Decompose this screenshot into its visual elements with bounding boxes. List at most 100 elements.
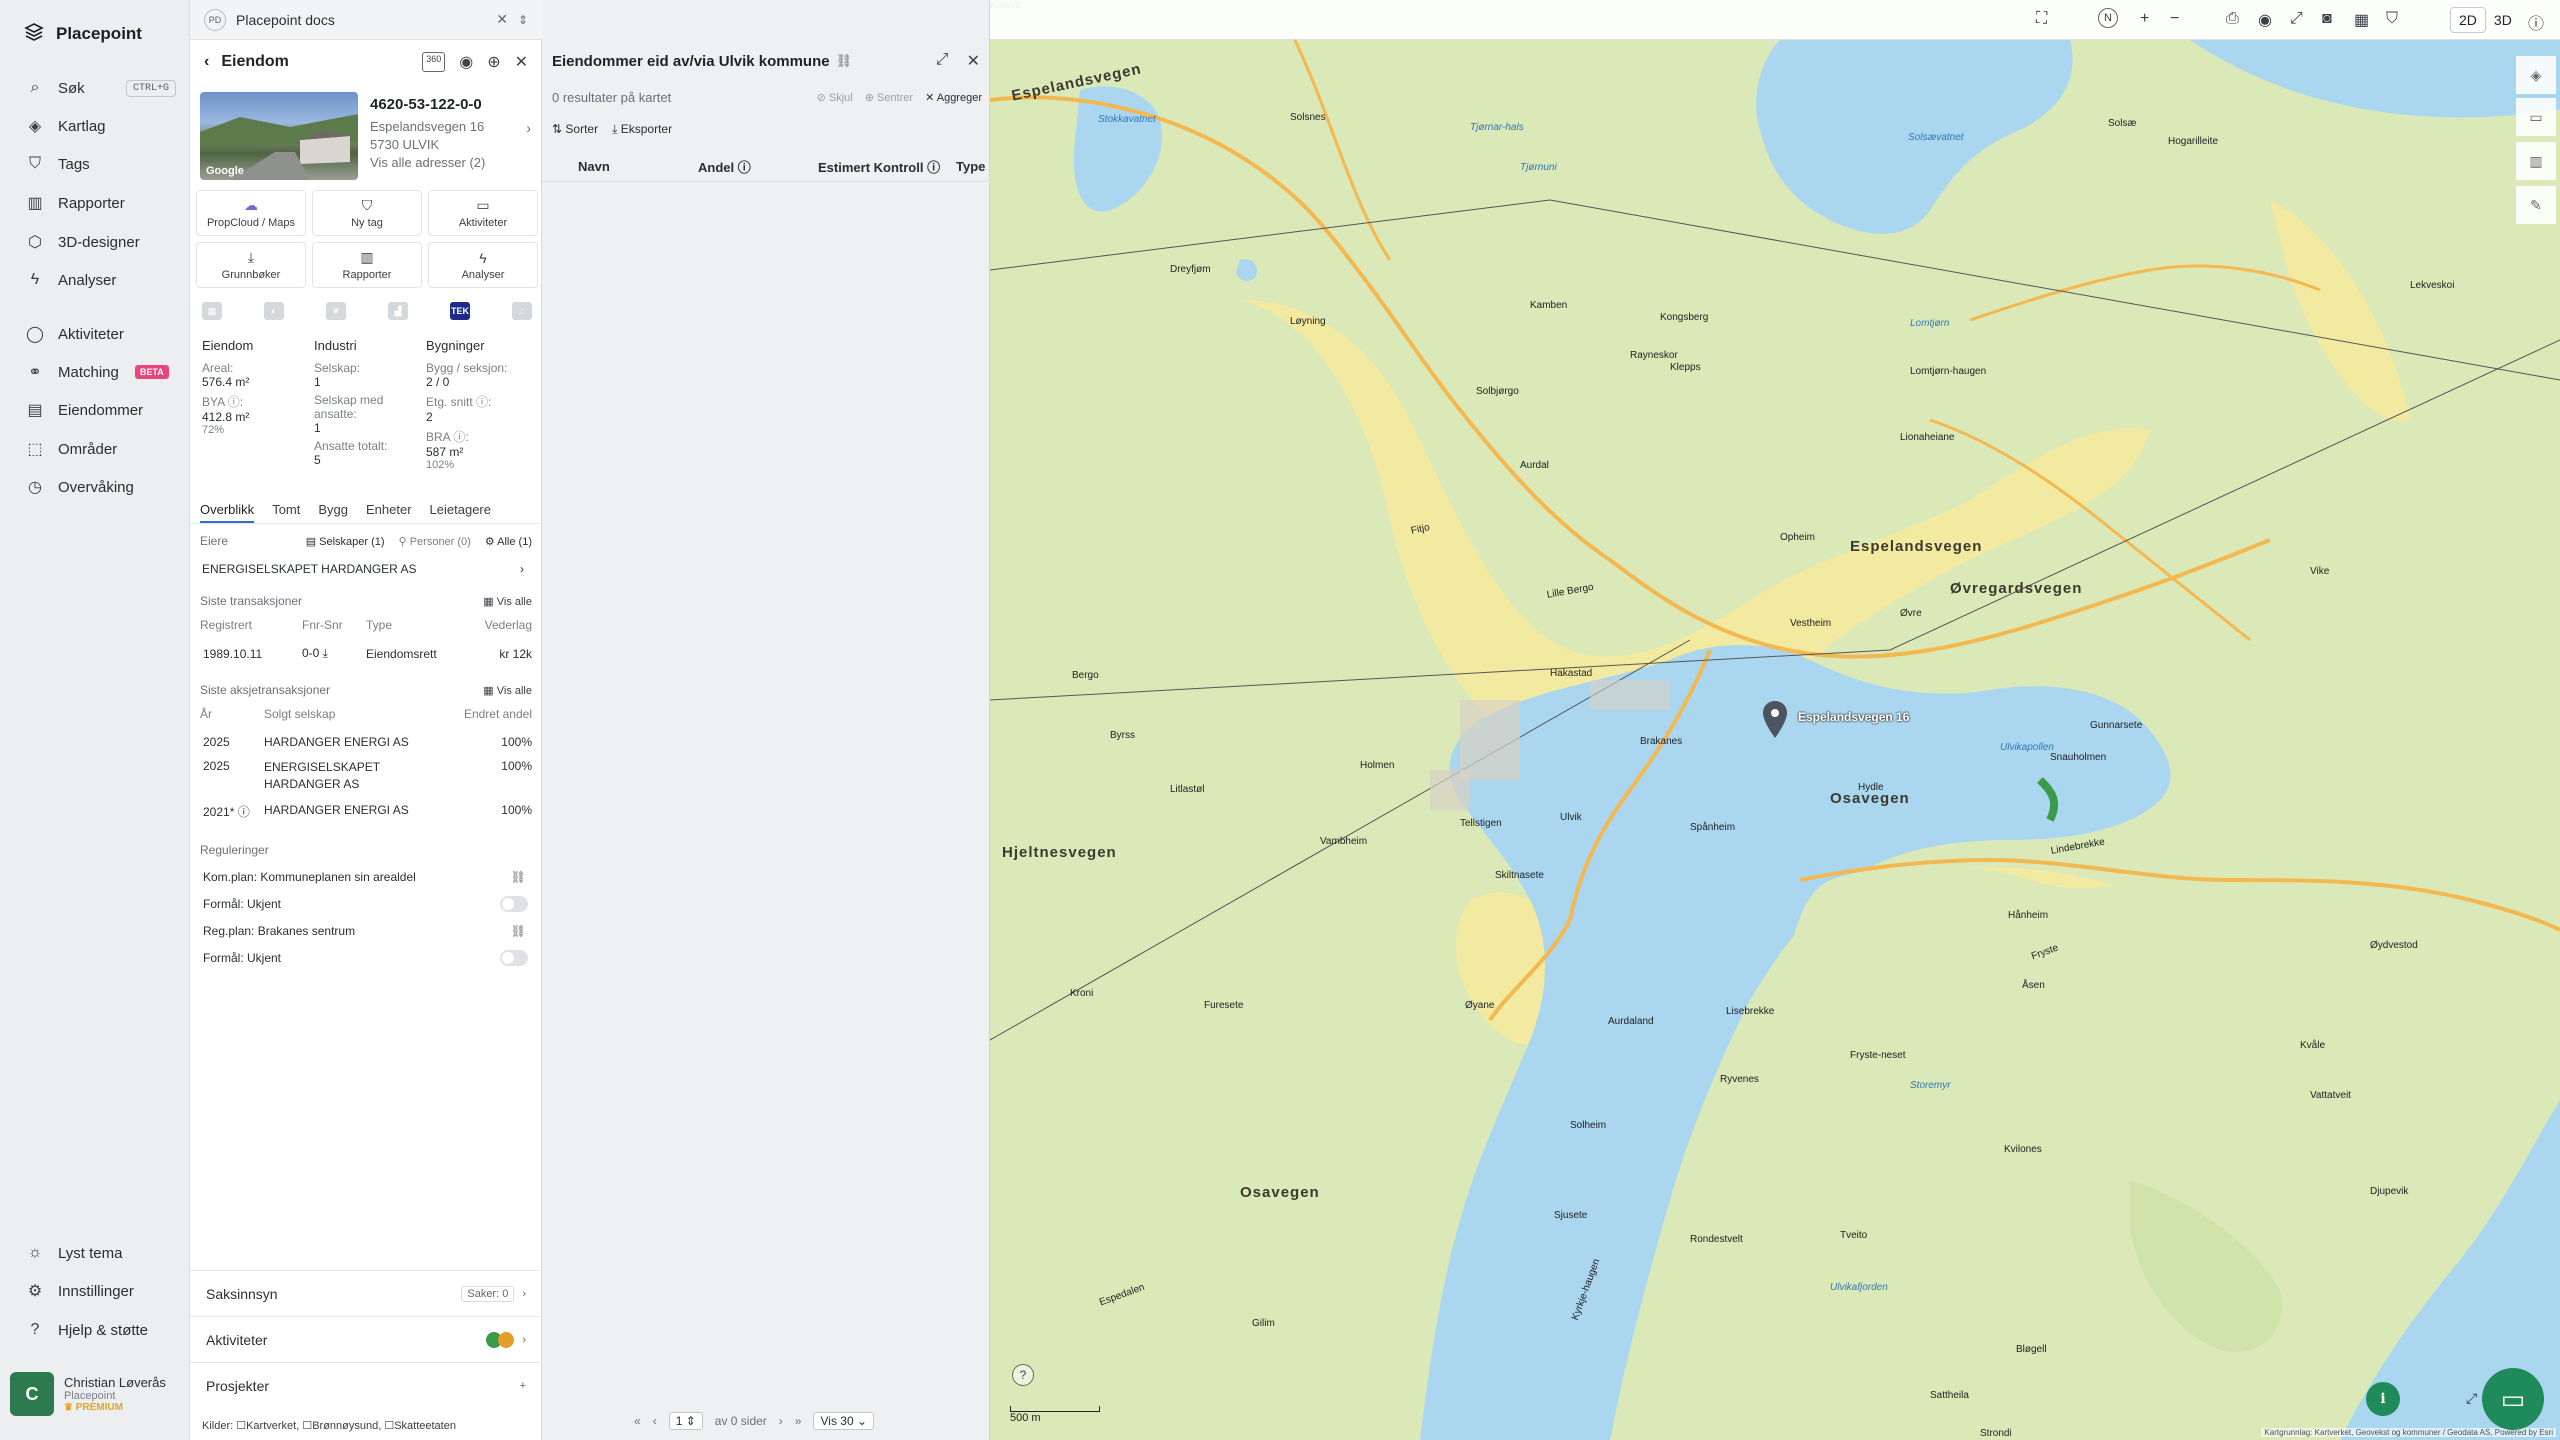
propcloud-button[interactable]: ☁ PropCloud / Maps bbox=[196, 190, 306, 236]
layer-toggle[interactable] bbox=[500, 896, 528, 912]
regulation-row[interactable]: Reg.plan: Brakanes sentrum ⛓ bbox=[200, 923, 532, 939]
chat-button[interactable]: ▭ bbox=[2482, 1368, 2544, 1430]
filter-alle[interactable]: ⚙ Alle (1) bbox=[485, 535, 532, 548]
nav-item-3d-designer[interactable]: ⬡ 3D-designer bbox=[0, 224, 190, 260]
compass-icon[interactable]: N bbox=[2098, 8, 2118, 28]
nav-item-overvaking[interactable]: ◷ Overvåking bbox=[0, 469, 190, 505]
grunnboker-button[interactable]: ⤓ Grunnbøker bbox=[196, 242, 306, 288]
chevron-updown-icon[interactable]: ⇕ bbox=[518, 13, 528, 27]
table-row[interactable]: 2025 ENERGISELSKAPET HARDANGER AS 100% bbox=[200, 759, 532, 793]
link-icon[interactable]: ⛓ bbox=[511, 870, 526, 884]
tab-enheter[interactable]: Enheter bbox=[366, 496, 412, 523]
brand[interactable]: Placepoint bbox=[24, 22, 142, 46]
hide-button[interactable]: ⊘ Skjul bbox=[817, 91, 853, 104]
close-icon[interactable]: ✕ bbox=[496, 11, 508, 28]
close-icon[interactable]: ✕ bbox=[515, 52, 528, 72]
street-view-photo[interactable]: Google bbox=[200, 92, 358, 180]
user-profile[interactable]: C Christian Løverås Placepoint ♛ PREMIUM bbox=[10, 1366, 185, 1422]
show-all-transactions[interactable]: ▦ Vis alle bbox=[483, 595, 532, 608]
map-canvas[interactable]: Espelandsvegen Stokkavatnet Solsnes Tjørnar… bbox=[990, 0, 2560, 1440]
nav-item-lyst-tema[interactable]: ☼ Lyst tema bbox=[0, 1235, 190, 1271]
house-icon[interactable]: ⌂ bbox=[512, 302, 532, 320]
prev-page-icon[interactable]: ‹ bbox=[653, 1414, 657, 1428]
tab-tomt[interactable]: Tomt bbox=[272, 496, 300, 523]
grid-icon[interactable]: ▦ bbox=[2354, 10, 2369, 30]
eye-icon[interactable]: ◉ bbox=[2258, 10, 2272, 30]
globe-icon[interactable]: ◐ bbox=[264, 302, 284, 320]
print-icon[interactable]: ⎙ bbox=[2226, 10, 2239, 28]
info-icon[interactable]: ⓘ bbox=[2528, 10, 2544, 34]
first-page-icon[interactable]: « bbox=[634, 1414, 641, 1428]
chart-control[interactable]: ▥ bbox=[2516, 142, 2556, 180]
nav-item-analyser[interactable]: ϟ Analyser bbox=[0, 262, 190, 298]
camera-layers-icon[interactable]: ⛶ bbox=[2036, 10, 2047, 28]
nav-item-rapporter[interactable]: ▥ Rapporter bbox=[0, 185, 190, 221]
activities-button[interactable]: ▭ Aktiviteter bbox=[428, 190, 538, 236]
chevron-right-icon[interactable]: › bbox=[526, 120, 531, 136]
col-header[interactable]: Navn bbox=[578, 159, 610, 174]
nav-item-omrader[interactable]: ⬚ Områder bbox=[0, 431, 190, 467]
zoom-in-icon[interactable]: + bbox=[2140, 10, 2149, 28]
nav-item-eiendommer[interactable]: ▤ Eiendommer bbox=[0, 392, 190, 428]
add-project-button[interactable]: + bbox=[520, 1380, 526, 1392]
draw-control[interactable]: ✎ bbox=[2516, 186, 2556, 224]
aggregate-button[interactable]: ✕ Aggreger bbox=[925, 91, 982, 104]
prosjekter-section[interactable]: Prosjekter + bbox=[190, 1362, 542, 1408]
mode-3d[interactable]: 3D bbox=[2486, 8, 2520, 32]
close-icon[interactable]: ✕ bbox=[967, 51, 980, 71]
center-button[interactable]: ⊕ Sentrer bbox=[865, 91, 913, 104]
col-header[interactable]: Type bbox=[956, 159, 985, 174]
filter-selskaper[interactable]: ▤ Selskaper (1) bbox=[306, 535, 385, 548]
target-icon[interactable]: ⊕ bbox=[487, 52, 500, 72]
expand-icon[interactable]: ⤢ bbox=[936, 51, 949, 71]
export-button[interactable]: ⤓ Eksporter bbox=[612, 122, 672, 137]
nav-item-matching[interactable]: ⚭ Matching BETA bbox=[0, 354, 190, 390]
last-page-icon[interactable]: » bbox=[795, 1414, 802, 1428]
fullscreen-icon[interactable]: ⤢ bbox=[2290, 10, 2303, 28]
sort-button[interactable]: ⇅ Sorter bbox=[552, 122, 598, 137]
layers-control[interactable]: ◈ bbox=[2516, 56, 2556, 94]
regulation-row[interactable]: Kom.plan: Kommuneplanen sin arealdel ⛓ bbox=[200, 869, 532, 885]
mode-2d[interactable]: 2D bbox=[2450, 7, 2486, 33]
help-icon[interactable]: ? bbox=[1012, 1364, 1034, 1386]
expand-icon[interactable]: ⤢ bbox=[2466, 1390, 2477, 1407]
camera-icon[interactable]: ◙ bbox=[2322, 10, 2332, 28]
layer-toggle[interactable] bbox=[500, 950, 528, 966]
energy-label-icon[interactable]: ▦ bbox=[202, 302, 222, 320]
plant-icon[interactable]: ❦ bbox=[326, 302, 346, 320]
nav-item-innstillinger[interactable]: ⚙ Innstillinger bbox=[0, 1273, 190, 1309]
measure-control[interactable]: ▭ bbox=[2516, 98, 2556, 136]
bar-signal-icon[interactable]: ▟ bbox=[388, 302, 408, 320]
zoom-out-icon[interactable]: − bbox=[2170, 10, 2179, 28]
table-row[interactable]: 1989.10.11 0-0 ⤓ Eiendomsrett kr 12k bbox=[200, 646, 532, 661]
owner-row[interactable]: ENERGISELSKAPET HARDANGER AS › bbox=[200, 560, 532, 578]
nav-item-tags[interactable]: ⛉ Tags bbox=[0, 146, 190, 182]
next-page-icon[interactable]: › bbox=[779, 1414, 783, 1428]
table-row[interactable]: 2025 HARDANGER ENERGI AS 100% bbox=[200, 735, 532, 749]
link-icon[interactable]: ⛓ bbox=[836, 53, 853, 69]
new-tag-button[interactable]: ⛉ Ny tag bbox=[312, 190, 422, 236]
activities-section[interactable]: Aktiviteter › bbox=[190, 1316, 542, 1362]
eye-icon[interactable]: ◉ bbox=[459, 52, 473, 72]
nav-item-kartlag[interactable]: ◈ Kartlag bbox=[0, 108, 190, 144]
view-360-icon[interactable]: 360 bbox=[422, 52, 446, 72]
reports-button[interactable]: ▥ Rapporter bbox=[312, 242, 422, 288]
workspace-tab[interactable]: PD Placepoint docs ✕ ⇕ bbox=[190, 0, 542, 40]
bookmark-icon[interactable]: ⛉ bbox=[2386, 10, 2398, 28]
tab-leietagere[interactable]: Leietagere bbox=[430, 496, 491, 523]
col-header[interactable]: Estimert Kontroll ⓘ bbox=[818, 157, 940, 176]
info-button[interactable]: i bbox=[2366, 1382, 2400, 1416]
tab-overblikk[interactable]: Overblikk bbox=[200, 496, 255, 523]
nav-item-sok[interactable]: ⌕ Søk CTRL+G bbox=[0, 70, 190, 106]
tab-bygg[interactable]: Bygg bbox=[318, 496, 348, 523]
page-size-select[interactable]: Vis 30 ⌄ bbox=[813, 1412, 875, 1430]
filter-personer[interactable]: ⚲ Personer (0) bbox=[399, 535, 471, 548]
show-all-addresses[interactable]: Vis alle adresser (2) bbox=[370, 154, 536, 172]
table-row[interactable]: 2021* ⓘ HARDANGER ENERGI AS 100% bbox=[200, 803, 532, 820]
show-all-share-tx[interactable]: ▦ Vis alle bbox=[483, 684, 532, 697]
nav-item-hjelp[interactable]: ? Hjelp & støtte bbox=[0, 1312, 190, 1348]
saksinnsyn-section[interactable]: Saksinnsyn Saker: 0 › bbox=[190, 1270, 542, 1316]
link-icon[interactable]: ⛓ bbox=[511, 924, 526, 938]
analyses-button[interactable]: ϟ Analyser bbox=[428, 242, 538, 288]
nav-item-aktiviteter[interactable]: ◯ Aktiviteter bbox=[0, 316, 190, 352]
